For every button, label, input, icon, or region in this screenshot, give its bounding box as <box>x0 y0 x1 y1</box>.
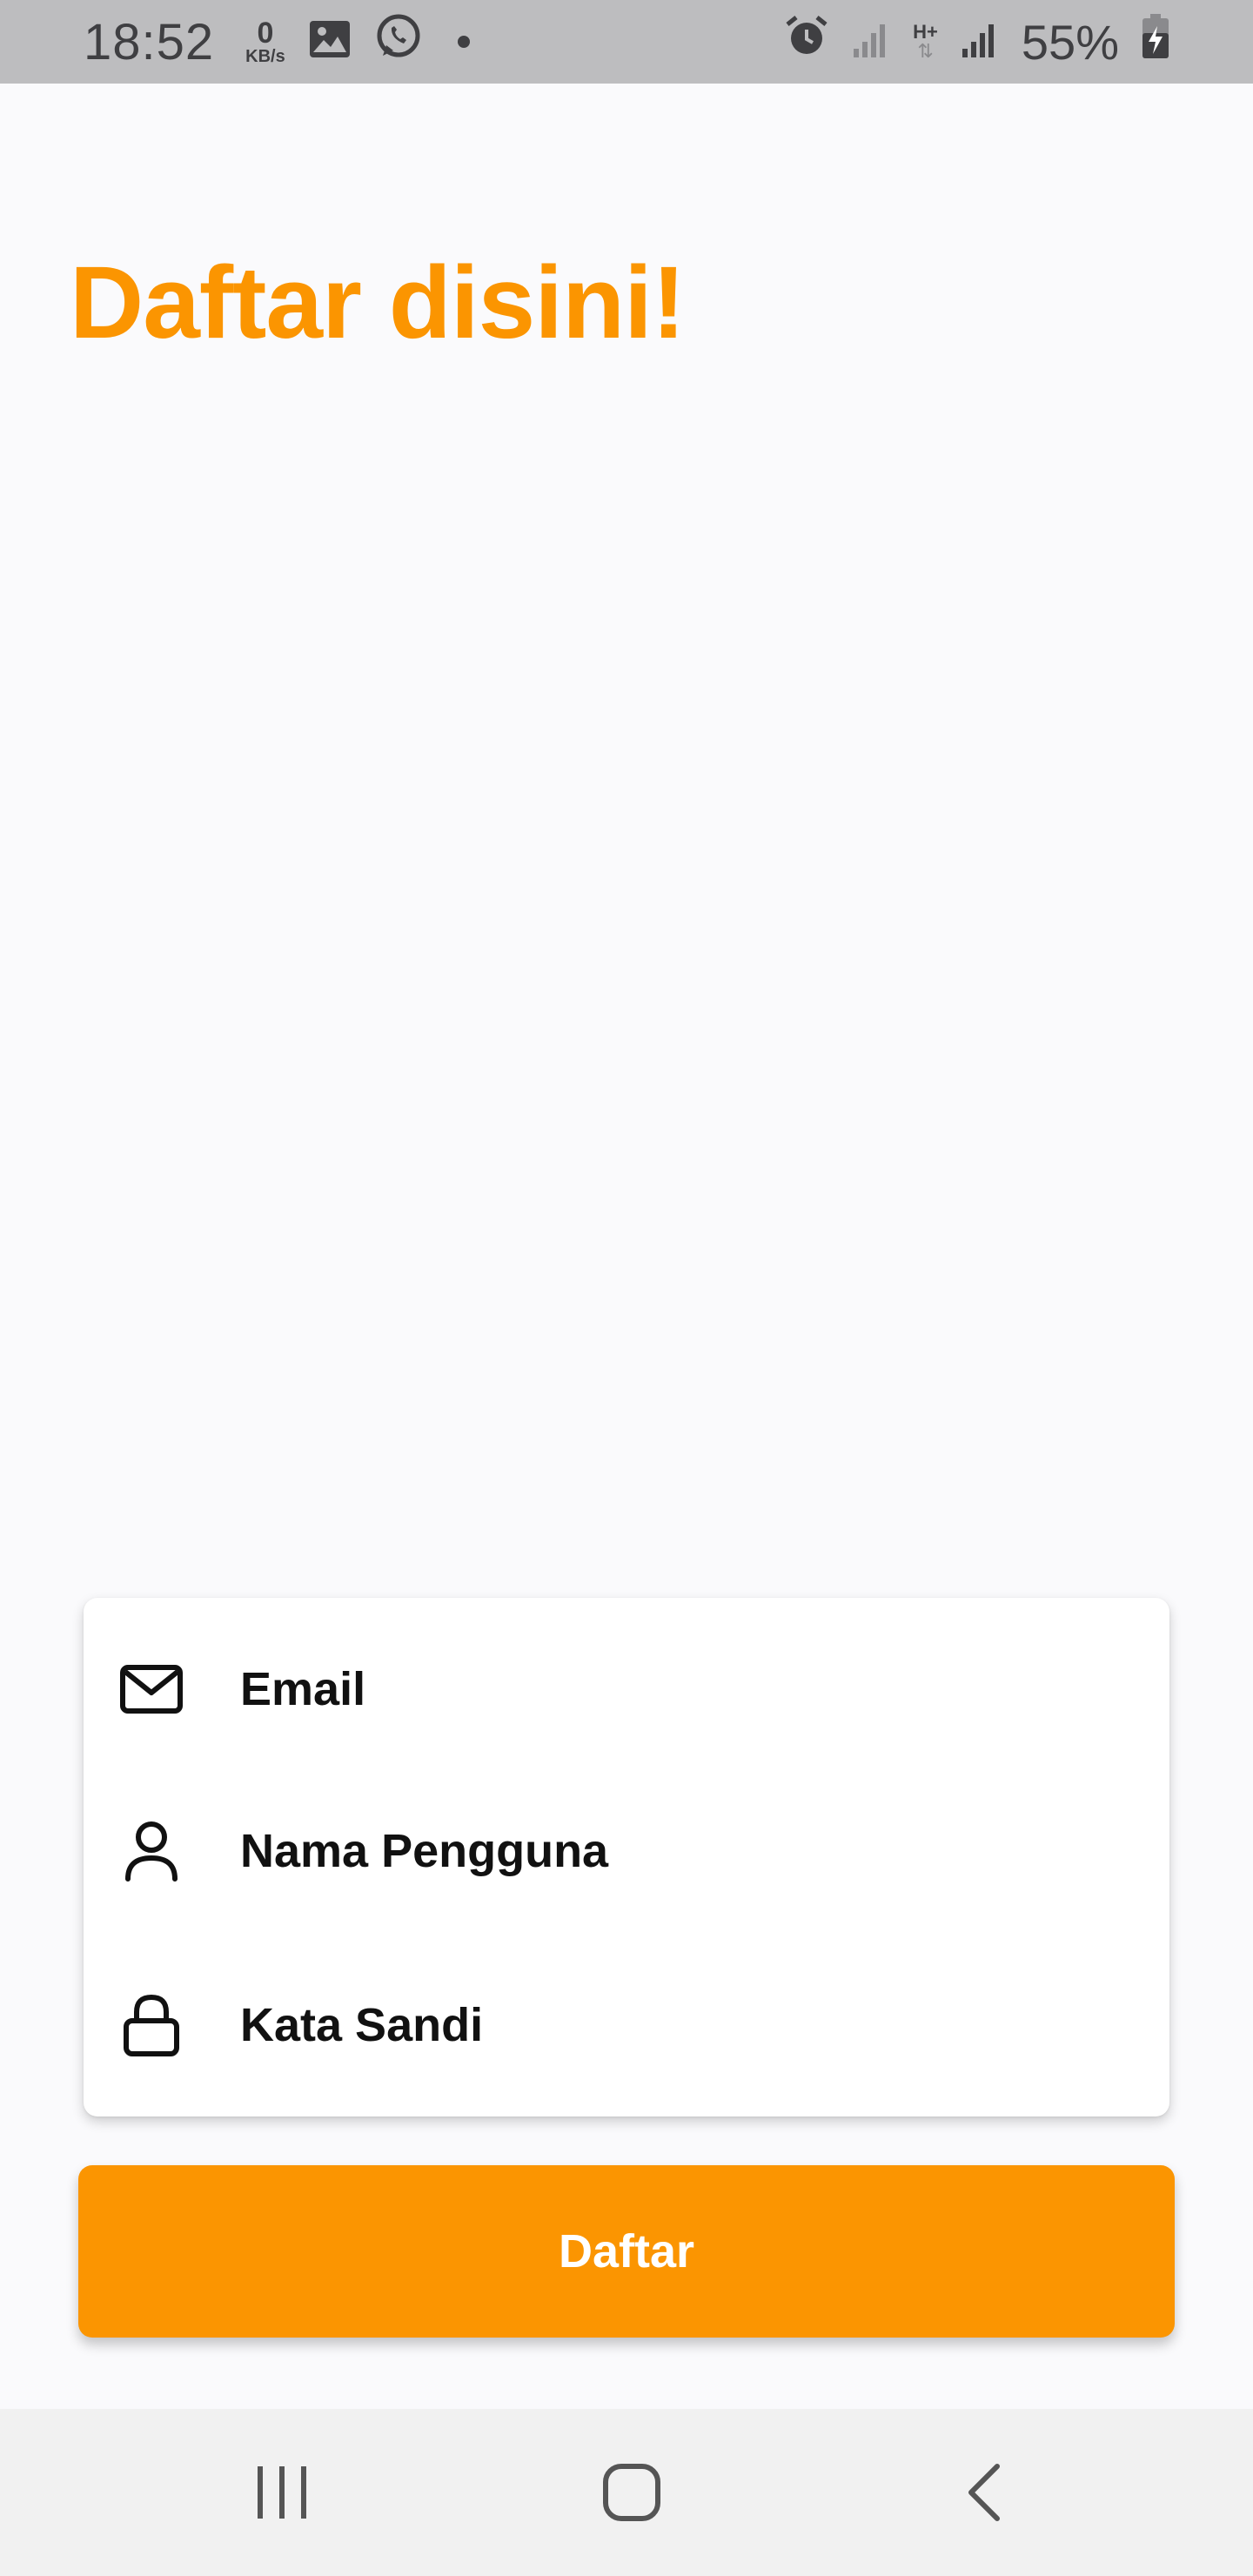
whatsapp-icon <box>374 12 423 72</box>
email-field[interactable]: Email <box>84 1598 1169 1781</box>
notification-dot <box>457 36 470 48</box>
signal-icon <box>852 14 890 70</box>
net-speed: 0 KB/s <box>245 18 285 65</box>
net-speed-unit: KB/s <box>245 47 285 66</box>
back-icon[interactable] <box>940 2449 1027 2536</box>
network-type-label: H+ <box>913 21 938 43</box>
network-type: H+ ⇅ <box>913 23 938 61</box>
alarm-icon <box>784 14 829 70</box>
email-field-label: Email <box>240 1663 366 1715</box>
net-speed-value: 0 <box>257 17 274 50</box>
signal-icon <box>961 14 999 70</box>
username-field[interactable]: Nama Pengguna <box>84 1768 1169 1934</box>
recent-apps-icon[interactable] <box>238 2449 325 2536</box>
mail-icon <box>118 1656 184 1722</box>
page-title: Daftar disini! <box>70 245 686 360</box>
battery-charging-icon <box>1142 13 1169 70</box>
data-arrows-icon: ⇅ <box>917 40 934 62</box>
status-bar-right: H+ ⇅ 55% <box>784 13 1169 70</box>
password-field-label: Kata Sandi <box>240 1999 484 2051</box>
lock-icon <box>118 1992 184 2058</box>
system-nav-bar <box>0 2409 1253 2576</box>
gallery-icon <box>308 14 352 70</box>
home-icon[interactable] <box>588 2449 675 2536</box>
username-field-label: Nama Pengguna <box>240 1825 609 1877</box>
user-icon <box>118 1818 184 1884</box>
status-bar-left: 18:52 0 KB/s <box>84 12 470 72</box>
register-form-card: Email Nama Pengguna Kata Sandi <box>84 1598 1169 2116</box>
status-bar: 18:52 0 KB/s H+ ⇅ 55% <box>0 0 1253 84</box>
status-time: 18:52 <box>84 13 215 70</box>
register-button[interactable]: Daftar <box>78 2165 1175 2338</box>
battery-percent: 55% <box>1021 14 1119 70</box>
password-field[interactable]: Kata Sandi <box>84 1934 1169 2116</box>
